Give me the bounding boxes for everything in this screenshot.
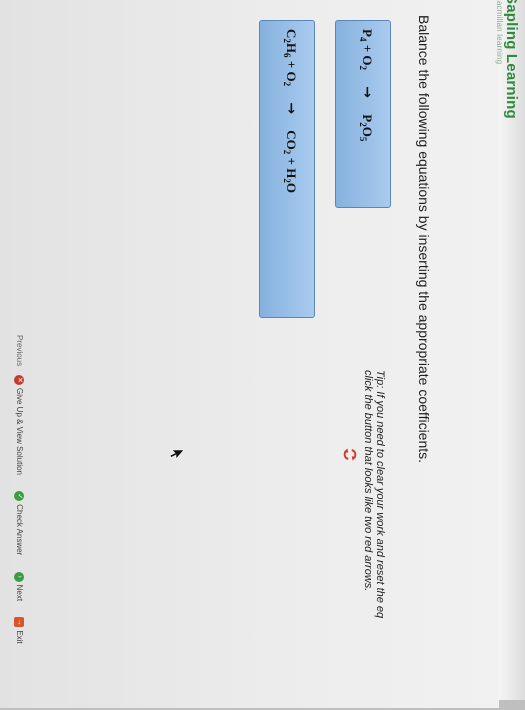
- eq2-c: C: [284, 29, 299, 39]
- equation-2-text: C2H6 + O2 → CO2 + H2O: [282, 29, 299, 193]
- reset-arrows-icon[interactable]: [343, 447, 357, 462]
- give-up-icon: ✕: [14, 375, 24, 385]
- eq2-product-co-sub: 2: [282, 149, 292, 155]
- brand-logo: Sapling Learning macmillan learning: [495, 0, 520, 119]
- exit-button[interactable]: → Exit: [14, 617, 24, 644]
- eq1-product-o-sub: 5: [358, 136, 368, 142]
- eq2-plus: +: [284, 60, 299, 69]
- exit-label: Exit: [14, 630, 24, 644]
- question-instruction: Balance the following equations by inser…: [416, 15, 432, 464]
- check-answer-button[interactable]: ✓ Check Answer: [14, 491, 24, 555]
- eq2-product-o: O: [284, 182, 299, 193]
- eq2-h: H: [284, 42, 299, 54]
- equation-1-dropzone[interactable]: P4 + O2 → P2O5: [335, 20, 391, 208]
- eq1-product-o: O: [360, 126, 375, 137]
- exit-icon: →: [14, 617, 24, 628]
- brand-name: Sapling Learning: [503, 0, 520, 119]
- cursor-icon: [169, 449, 185, 460]
- check-icon: ✓: [14, 491, 24, 502]
- bottom-toolbar: ✕ Give Up & View Solution ✓ Check Answer ›…: [14, 375, 24, 658]
- eq1-p: P: [360, 29, 375, 37]
- eq1-arrow: →: [359, 86, 375, 98]
- next-label: Next: [14, 584, 24, 602]
- eq2-o: O: [284, 71, 299, 82]
- next-icon: ›: [14, 571, 24, 582]
- eq1-product-p: P: [360, 114, 375, 123]
- equation-1-text: P4 + O2 → P2O5: [358, 29, 375, 141]
- give-up-label: Give Up & View Solution: [14, 388, 24, 476]
- eq1-o: O: [360, 55, 375, 66]
- eq1-plus: +: [360, 44, 375, 53]
- content-area: Sapling Learning macmillan learning Bala…: [0, 0, 525, 700]
- next-button[interactable]: › Next: [14, 571, 24, 602]
- tip-line-2: click the button that looks like two red…: [362, 370, 374, 592]
- tip-line-1: Tip: If you need to clear your work and …: [374, 370, 386, 619]
- eq2-arrow: →: [283, 102, 299, 115]
- eq1-o-sub: 2: [358, 65, 368, 71]
- eq2-o-sub: 2: [282, 81, 292, 87]
- equation-2-dropzone[interactable]: C2H6 + O2 → CO2 + H2O: [259, 20, 315, 318]
- eq1-p-sub: 4: [358, 36, 368, 42]
- eq2-product-h: H: [284, 168, 299, 179]
- tip-text: Tip: If you need to clear your work and …: [362, 370, 386, 710]
- give-up-button[interactable]: ✕ Give Up & View Solution: [14, 375, 24, 475]
- previous-link[interactable]: Previous: [15, 335, 24, 366]
- eq2-h-sub: 6: [282, 53, 292, 58]
- check-answer-label: Check Answer: [14, 504, 24, 556]
- eq2-product-co: CO: [284, 130, 299, 150]
- eq2-plus-2: +: [284, 157, 299, 165]
